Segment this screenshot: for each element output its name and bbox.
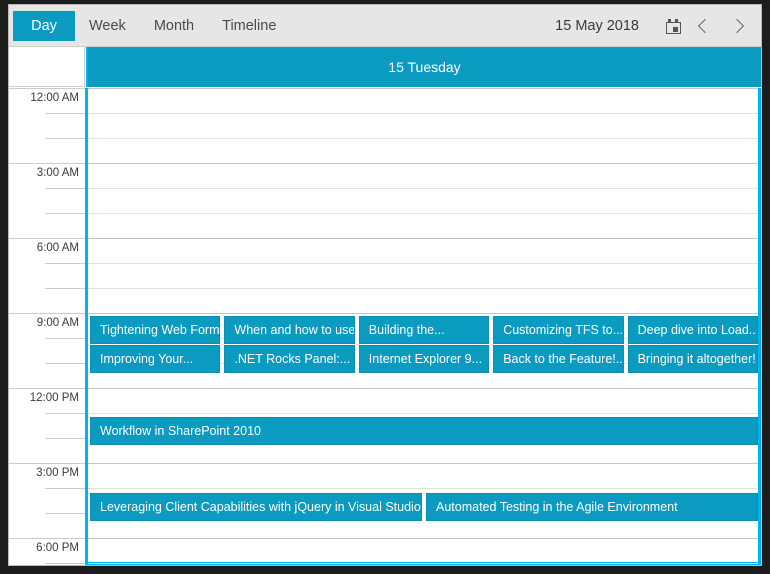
time-axis-cell: 12:00 AM [9, 88, 85, 113]
grid-line [88, 213, 758, 214]
time-axis-cell [9, 213, 85, 238]
grid-line [88, 488, 758, 489]
appointment[interactable]: Tightening Web Form... [90, 316, 221, 344]
time-axis-cell [9, 438, 85, 463]
grid-line [88, 463, 758, 464]
time-axis-tick [45, 113, 85, 114]
time-axis-cell: 9:00 AM [9, 313, 85, 338]
grid-line [88, 288, 758, 289]
time-grid: Tightening Web Form... When and how to us… [88, 88, 758, 564]
time-axis-cell [9, 363, 85, 388]
time-axis-tick [45, 488, 85, 489]
time-axis-tick [45, 288, 85, 289]
time-axis-cell [9, 288, 85, 313]
time-axis-cell [9, 513, 85, 538]
grid-line [88, 563, 758, 564]
appointment[interactable]: Back to the Feature!... [493, 345, 624, 373]
time-axis-tick [45, 363, 85, 364]
time-axis-tick [9, 88, 85, 89]
time-axis-cell [9, 138, 85, 163]
appointment[interactable]: Internet Explorer 9... [358, 345, 490, 373]
time-label: 12:00 AM [30, 92, 79, 104]
time-axis-cell: 3:00 PM [9, 463, 85, 488]
time-label: 6:00 AM [36, 242, 79, 254]
view-tab-month[interactable]: Month [140, 11, 208, 41]
grid-line [88, 238, 758, 239]
current-date-label: 15 May 2018 [555, 18, 639, 34]
toolbar: Day Week Month Timeline 15 May 2018 [9, 5, 761, 47]
time-axis-cell [9, 263, 85, 288]
time-label: 3:00 PM [36, 467, 79, 479]
time-axis-tick [9, 463, 85, 464]
time-axis-cell [9, 413, 85, 438]
time-axis-cell [9, 338, 85, 363]
grid-line [88, 313, 758, 314]
time-axis-tick [9, 388, 85, 389]
appointment[interactable]: Deep dive into Load... [627, 316, 758, 344]
time-axis-tick [45, 138, 85, 139]
appointment[interactable]: Automated Testing in the Agile Environme… [426, 493, 758, 521]
appointment-area[interactable]: Tightening Web Form... When and how to us… [85, 88, 761, 565]
time-axis-tick [45, 213, 85, 214]
time-label: 9:00 AM [36, 317, 79, 329]
time-axis-cell: 3:00 AM [9, 163, 85, 188]
time-axis-cell [9, 113, 85, 138]
time-axis: 12:00 AM 3:00 AM 6:00 AM 9:00 AM 12:00 PM 3:0… [9, 88, 85, 565]
calendar-picker-button[interactable] [657, 10, 689, 42]
day-view: 15 Tuesday 12:00 AM 3:00 AM 6:00 AM 9:00 AM… [9, 47, 761, 565]
previous-day-button[interactable] [689, 10, 721, 42]
time-label: 12:00 PM [29, 392, 79, 404]
appointment[interactable]: .NET Rocks Panel:... [224, 345, 355, 373]
appointment[interactable]: Workflow in SharePoint 2010 [90, 417, 758, 445]
grid-line [88, 88, 758, 89]
grid-line [88, 138, 758, 139]
appointment[interactable]: Customizing TFS to... [493, 316, 624, 344]
grid-line [88, 188, 758, 189]
time-axis-tick [45, 188, 85, 189]
grid-line [88, 113, 758, 114]
appointment[interactable]: Leveraging Client Capabilities with jQue… [90, 493, 422, 521]
appointment[interactable]: When and how to use... [224, 316, 355, 344]
time-axis-tick [45, 338, 85, 339]
calendar-icon [665, 18, 681, 34]
time-axis-cell: 6:00 AM [9, 238, 85, 263]
time-axis-cell [9, 563, 85, 565]
grid-line [88, 413, 758, 414]
grid-line [88, 388, 758, 389]
time-label: 3:00 AM [36, 167, 79, 179]
appointment[interactable]: Building the... [358, 316, 490, 344]
view-tab-group: Day Week Month Timeline [13, 5, 290, 47]
time-axis-cell [9, 188, 85, 213]
scheduler-window: Day Week Month Timeline 15 May 2018 15 Tues… [8, 4, 762, 566]
appointment[interactable]: Improving Your... [90, 345, 221, 373]
time-axis-cell: 6:00 PM [9, 538, 85, 563]
grid-line [88, 263, 758, 264]
grid-line [88, 163, 758, 164]
time-axis-tick [45, 413, 85, 414]
view-tab-timeline[interactable]: Timeline [208, 11, 290, 41]
day-header: 15 Tuesday [86, 47, 761, 87]
view-tab-week[interactable]: Week [75, 11, 140, 41]
time-axis-tick [9, 238, 85, 239]
time-axis-cell: 12:00 PM [9, 388, 85, 413]
toolbar-right-group: 15 May 2018 [555, 5, 753, 47]
time-axis-tick [45, 438, 85, 439]
chevron-left-icon [697, 18, 713, 34]
view-tab-day[interactable]: Day [13, 11, 75, 41]
time-axis-tick [45, 513, 85, 514]
time-label: 6:00 PM [36, 542, 79, 554]
time-axis-tick [9, 163, 85, 164]
grid-corner-cell [9, 47, 85, 87]
chevron-right-icon [729, 18, 745, 34]
time-axis-cell [9, 488, 85, 513]
time-axis-tick [45, 563, 85, 564]
time-axis-tick [9, 538, 85, 539]
next-day-button[interactable] [721, 10, 753, 42]
appointment[interactable]: Bringing it altogether!... [627, 345, 758, 373]
time-axis-tick [9, 313, 85, 314]
time-axis-tick [45, 263, 85, 264]
grid-line [88, 538, 758, 539]
